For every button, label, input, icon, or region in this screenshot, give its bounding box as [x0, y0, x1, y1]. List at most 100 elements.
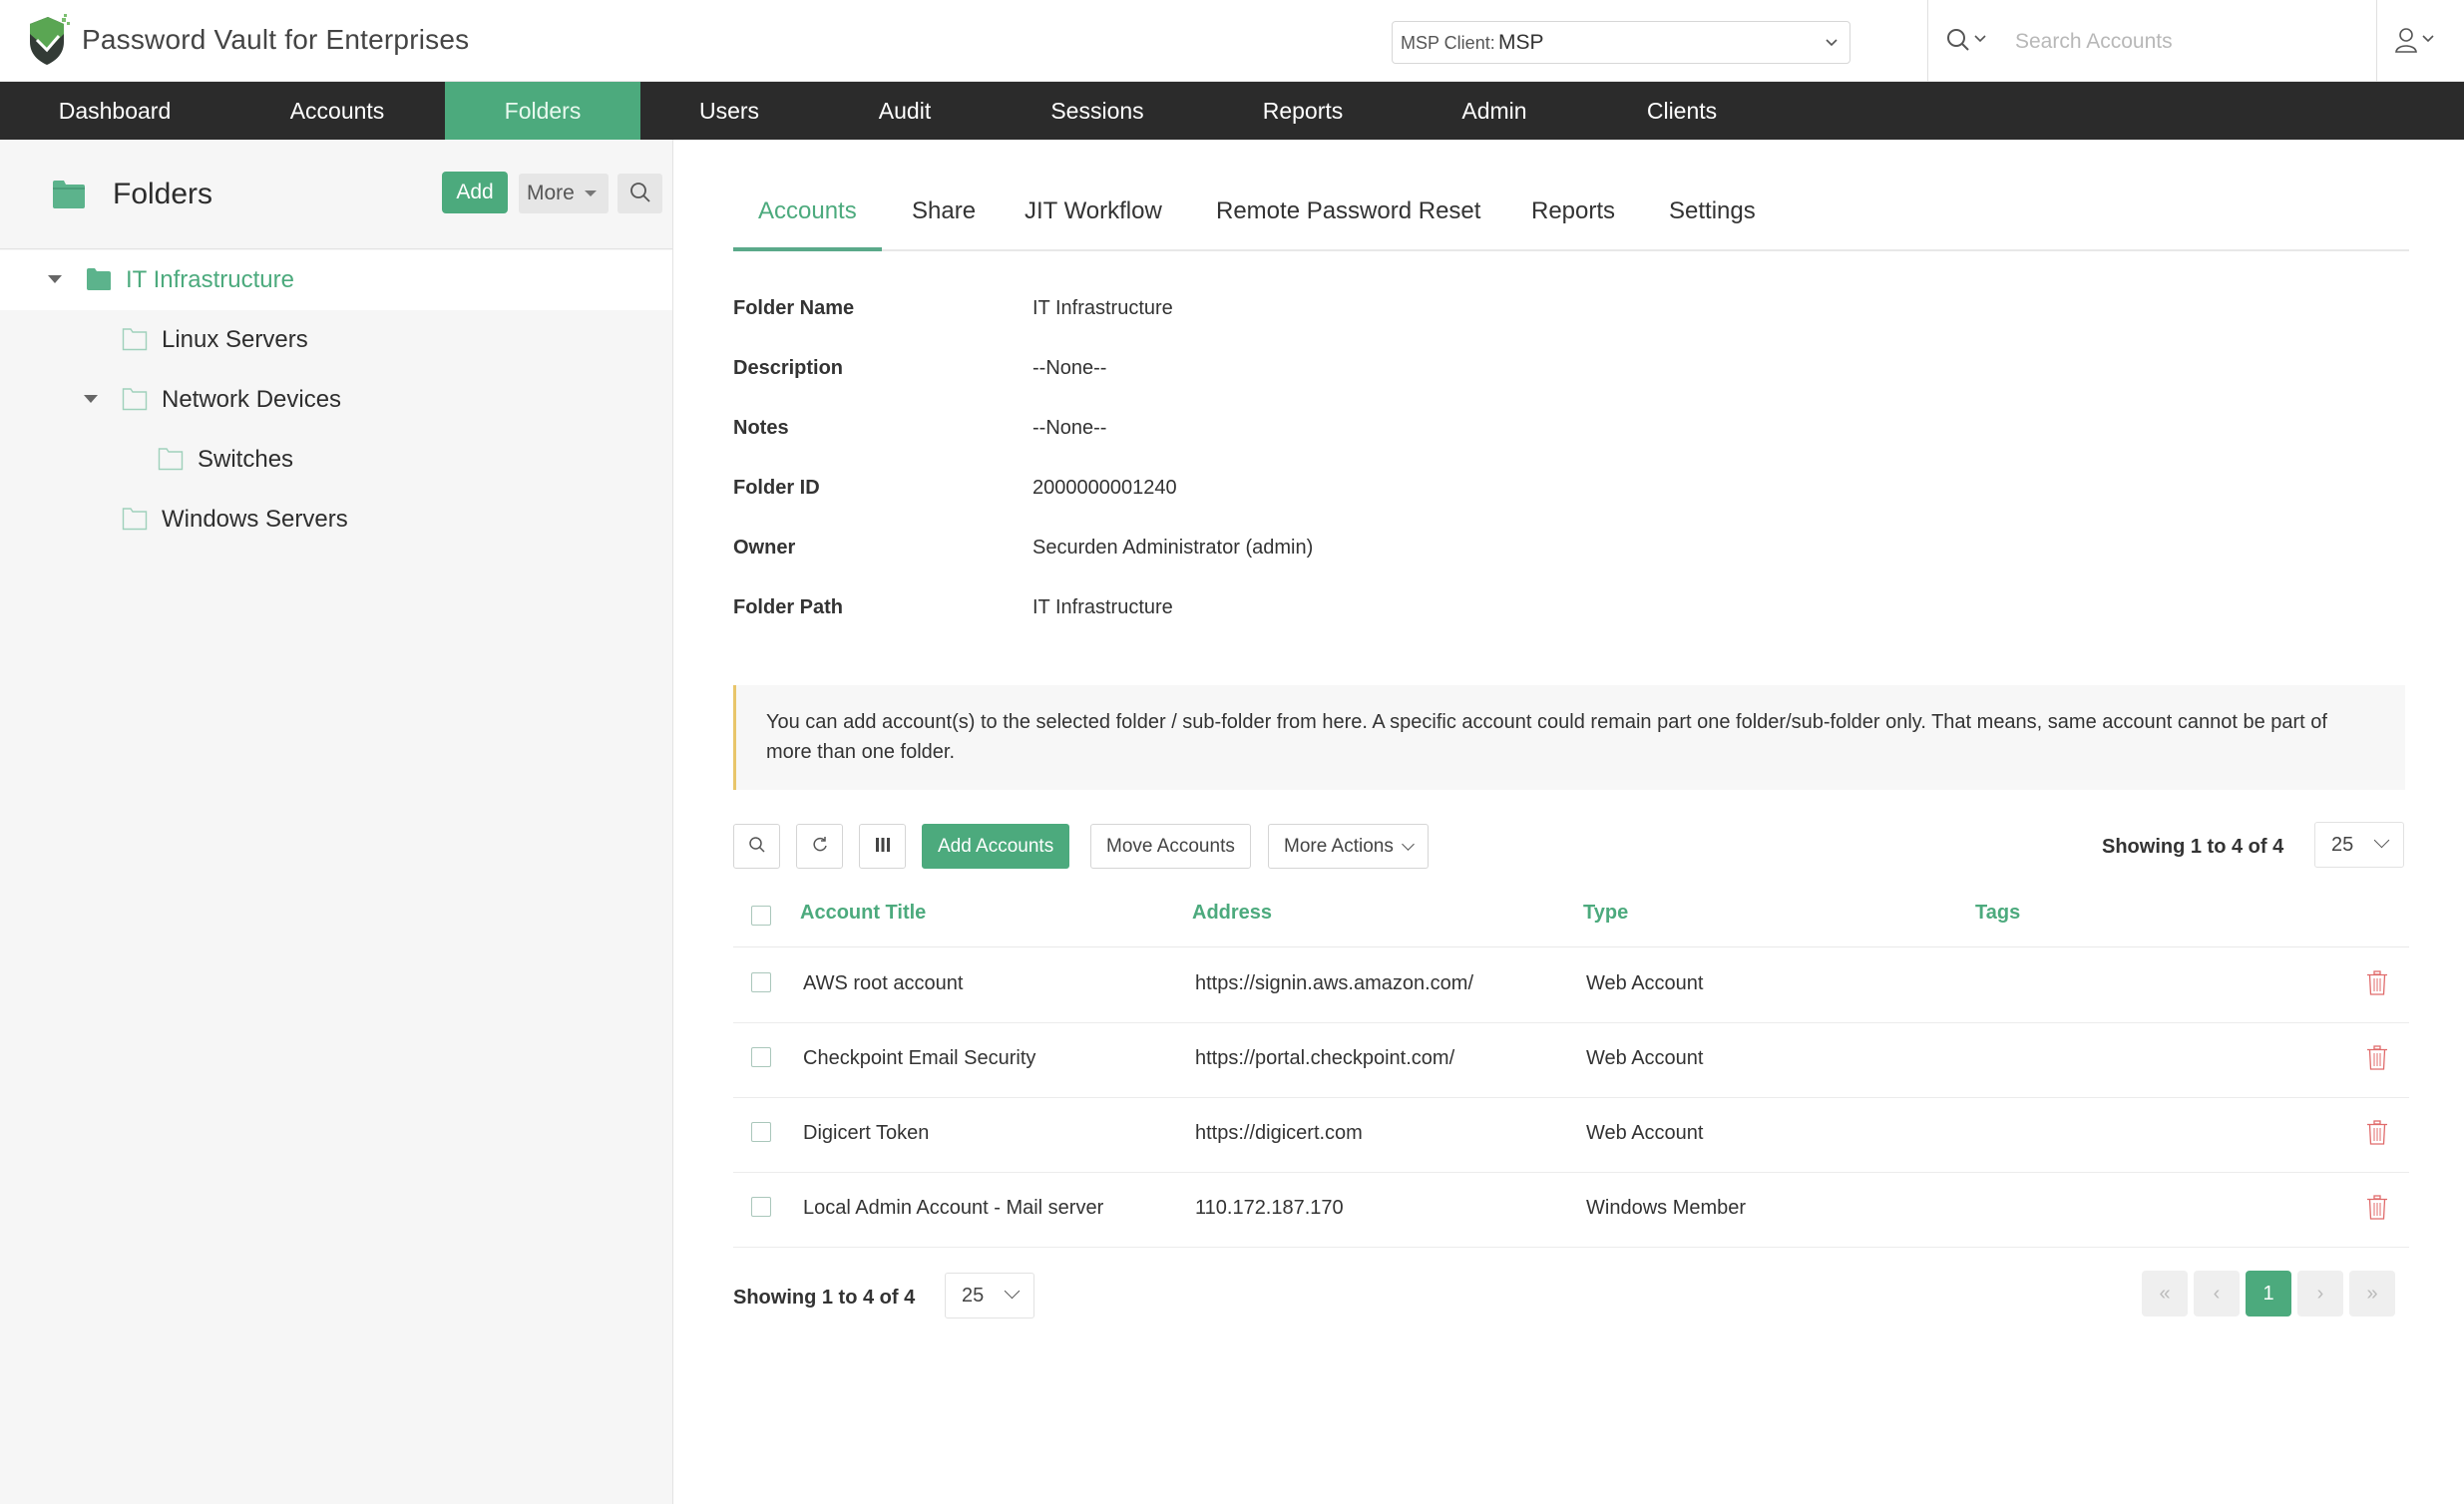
- column-header-tags[interactable]: Tags: [1975, 902, 2020, 925]
- tab-accounts[interactable]: Accounts: [733, 191, 882, 251]
- accounts-toolbar: Add Accounts Move Accounts More Actions …: [733, 822, 2409, 870]
- detail-owner: Owner Securden Administrator (admin): [733, 529, 1930, 568]
- nav-item-audit[interactable]: Audit: [818, 82, 992, 140]
- tree-item-linux-servers[interactable]: Linux Servers: [0, 310, 672, 370]
- user-menu[interactable]: [2394, 27, 2446, 57]
- detail-value: --None--: [1032, 357, 1107, 379]
- cell-address: https://digicert.com: [1195, 1122, 1363, 1144]
- nav-item-dashboard[interactable]: Dashboard: [0, 82, 229, 140]
- caret-down-icon: [585, 190, 597, 196]
- cell-account-title[interactable]: Digicert Token: [803, 1122, 929, 1145]
- search-accounts-button[interactable]: [733, 824, 780, 869]
- chevron-down-icon: [1826, 39, 1838, 47]
- tab-reports[interactable]: Reports: [1531, 191, 1615, 251]
- nav-item-reports[interactable]: Reports: [1203, 82, 1403, 140]
- tree-item-it-infrastructure[interactable]: IT Infrastructure: [0, 250, 672, 310]
- more-actions-button[interactable]: More Actions: [1268, 824, 1429, 869]
- detail-folder-name: Folder Name IT Infrastructure: [733, 289, 1930, 329]
- row-checkbox[interactable]: [751, 1047, 771, 1067]
- nav-item-admin[interactable]: Admin: [1403, 82, 1586, 140]
- detail-notes: Notes --None--: [733, 409, 1930, 449]
- caret-expanded-icon[interactable]: [48, 275, 62, 283]
- add-folder-button[interactable]: Add: [442, 172, 508, 213]
- delete-icon[interactable]: [2366, 1195, 2388, 1221]
- add-accounts-button[interactable]: Add Accounts: [922, 824, 1070, 869]
- cell-address: 110.172.187.170: [1195, 1197, 1344, 1219]
- cell-account-title[interactable]: Local Admin Account - Mail server: [803, 1197, 1103, 1220]
- cell-account-title[interactable]: AWS root account: [803, 972, 963, 995]
- cell-type: Web Account: [1586, 1047, 1704, 1069]
- tree-item-label: Linux Servers: [162, 326, 308, 353]
- more-folder-actions-button[interactable]: More: [519, 174, 609, 213]
- row-checkbox[interactable]: [751, 972, 771, 992]
- cell-address: https://portal.checkpoint.com/: [1195, 1047, 1455, 1069]
- folder-detail-panel: Accounts Share JIT Workflow Remote Passw…: [674, 140, 2464, 1504]
- detail-label: Folder Path: [733, 596, 844, 618]
- page-size-value: 25: [2331, 834, 2354, 856]
- columns-icon: [875, 838, 890, 852]
- delete-icon[interactable]: [2366, 970, 2388, 996]
- search-scope-dropdown[interactable]: [1945, 27, 1995, 57]
- columns-button[interactable]: [859, 824, 906, 869]
- detail-value: Securden Administrator (admin): [1032, 537, 1314, 559]
- page-1-button[interactable]: 1: [2246, 1271, 2291, 1316]
- delete-icon[interactable]: [2366, 1120, 2388, 1146]
- page-size-select-top[interactable]: 25: [2314, 822, 2404, 868]
- nav-item-sessions[interactable]: Sessions: [992, 82, 1203, 140]
- table-row[interactable]: Local Admin Account - Mail server 110.17…: [733, 1173, 2409, 1248]
- table-row[interactable]: Checkpoint Email Security https://portal…: [733, 1023, 2409, 1098]
- folder-outline-icon: [122, 508, 148, 531]
- refresh-button[interactable]: [796, 824, 843, 869]
- tree-item-windows-servers[interactable]: Windows Servers: [0, 490, 672, 550]
- nav-item-accounts[interactable]: Accounts: [229, 82, 445, 140]
- folder-icon: [53, 181, 85, 208]
- prev-page-button[interactable]: ‹: [2194, 1271, 2240, 1316]
- page-size-select-bottom[interactable]: 25: [945, 1273, 1034, 1318]
- tab-settings[interactable]: Settings: [1669, 191, 1756, 251]
- tree-item-label: IT Infrastructure: [126, 266, 294, 293]
- tab-jit-workflow[interactable]: JIT Workflow: [1025, 191, 1162, 251]
- column-header-address[interactable]: Address: [1192, 902, 1272, 925]
- last-page-button[interactable]: »: [2349, 1271, 2395, 1316]
- search-icon: [1947, 29, 1986, 51]
- nav-item-folders[interactable]: Folders: [445, 82, 640, 140]
- row-checkbox[interactable]: [751, 1122, 771, 1142]
- msp-client-value: MSP: [1498, 31, 1544, 54]
- page-size-value: 25: [962, 1285, 985, 1307]
- tree-item-switches[interactable]: Switches: [0, 430, 672, 490]
- chevron-down-icon: [1401, 837, 1415, 851]
- detail-folder-path: Folder Path IT Infrastructure: [733, 588, 1930, 628]
- search-icon: [748, 837, 765, 853]
- column-header-account-title[interactable]: Account Title: [800, 902, 926, 925]
- tree-item-network-devices[interactable]: Network Devices: [0, 370, 672, 430]
- detail-label: Notes: [733, 417, 789, 439]
- table-row[interactable]: Digicert Token https://digicert.com Web …: [733, 1098, 2409, 1173]
- nav-item-clients[interactable]: Clients: [1586, 82, 1778, 140]
- info-message: You can add account(s) to the selected f…: [733, 685, 2405, 790]
- nav-item-users[interactable]: Users: [640, 82, 818, 140]
- column-header-type[interactable]: Type: [1583, 902, 1628, 925]
- row-checkbox[interactable]: [751, 1197, 771, 1217]
- cell-account-title[interactable]: Checkpoint Email Security: [803, 1047, 1035, 1070]
- tree-item-label: Switches: [198, 446, 294, 473]
- msp-client-select[interactable]: MSP Client: MSP: [1392, 21, 1850, 64]
- main-nav: Dashboard Accounts Folders Users Audit S…: [0, 82, 2464, 140]
- tab-remote-password-reset[interactable]: Remote Password Reset: [1216, 191, 1480, 251]
- detail-value: 2000000001240: [1032, 477, 1177, 499]
- detail-label: Owner: [733, 537, 796, 559]
- search-accounts-input[interactable]: [2015, 22, 2344, 62]
- move-accounts-button[interactable]: Move Accounts: [1090, 824, 1251, 869]
- table-row[interactable]: AWS root account https://signin.aws.amaz…: [733, 948, 2409, 1023]
- detail-label: Folder Name: [733, 297, 855, 319]
- delete-icon[interactable]: [2366, 1045, 2388, 1071]
- first-page-button[interactable]: «: [2142, 1271, 2188, 1316]
- caret-expanded-icon[interactable]: [84, 395, 98, 403]
- next-page-button[interactable]: ›: [2297, 1271, 2343, 1316]
- detail-value: IT Infrastructure: [1032, 596, 1173, 618]
- folder-search-button[interactable]: [617, 174, 662, 213]
- app-header: Password Vault for Enterprises MSP Clien…: [0, 0, 2464, 82]
- chevron-down-icon: [2373, 832, 2390, 849]
- securden-logo-icon: [30, 14, 70, 65]
- select-all-checkbox[interactable]: [751, 906, 771, 926]
- tab-share[interactable]: Share: [912, 191, 976, 251]
